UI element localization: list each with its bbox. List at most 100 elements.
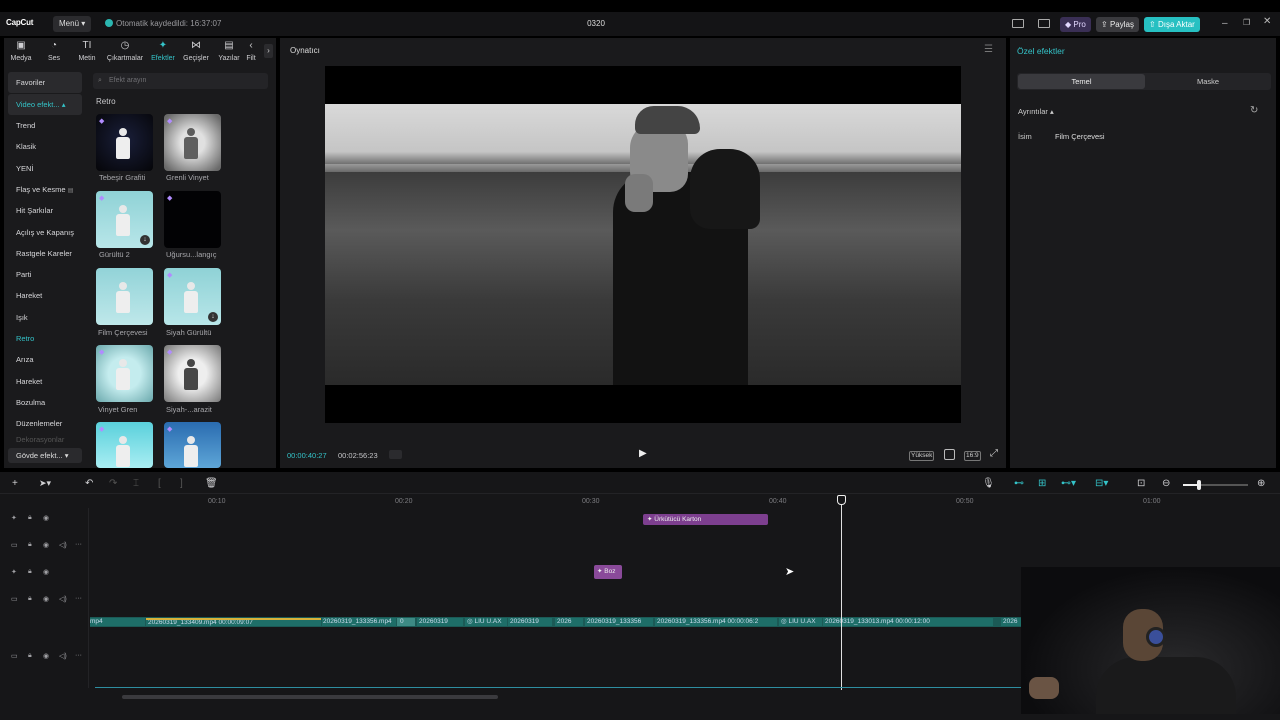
effect-thumb-tebesir[interactable]: ◆ xyxy=(96,114,153,171)
mute-icon[interactable]: ◁) xyxy=(59,652,67,660)
category-item[interactable]: Işık xyxy=(8,307,82,328)
video-clip[interactable]: 20260319 xyxy=(508,618,552,626)
category-item[interactable]: Parti xyxy=(8,264,82,285)
video-clip[interactable]: mp4 xyxy=(90,618,145,626)
layout-icon[interactable] xyxy=(1012,19,1024,28)
video-clip[interactable]: 20260319_133356 xyxy=(585,618,653,626)
share-button[interactable]: ⇪ Paylaş xyxy=(1096,17,1139,32)
main-menu-button[interactable]: Menü ▾ xyxy=(53,16,92,32)
player-menu-icon[interactable]: ☰ xyxy=(984,44,993,55)
category-item[interactable]: Hit Şarkılar xyxy=(8,200,82,221)
download-icon[interactable]: ↓ xyxy=(208,312,218,322)
effect-search-input[interactable]: ⌕ Efekt arayın xyxy=(93,73,268,89)
tab-captions[interactable]: ▤ Yazılar xyxy=(212,40,246,62)
category-item[interactable]: Bozulma xyxy=(8,392,82,413)
category-item[interactable]: Hareket xyxy=(8,371,82,392)
tab-audio[interactable]: ◔ Ses xyxy=(37,40,71,62)
video-clip[interactable]: 2026 xyxy=(1001,618,1021,626)
tab-effects[interactable]: ✦ Efektler xyxy=(146,40,180,62)
category-item-active[interactable]: Retro xyxy=(8,328,82,349)
video-clip[interactable]: ◎ LIU U.AX xyxy=(465,618,507,626)
play-button[interactable]: ▶ xyxy=(639,448,647,459)
category-item[interactable]: Açılış ve Kapanış xyxy=(8,222,82,243)
visibility-icon[interactable]: ◉ xyxy=(43,541,49,549)
category-item[interactable]: Düzenlemeler xyxy=(8,413,82,434)
category-item[interactable]: Dekorasyonlar xyxy=(8,435,82,445)
category-item[interactable]: Arıza xyxy=(8,349,82,370)
video-clip[interactable]: 20260319_133013.mp4 00:00:12:00 xyxy=(823,618,993,626)
category-item[interactable]: Trend xyxy=(8,115,82,136)
lock-icon[interactable]: 🔒︎ xyxy=(28,568,32,576)
lock-icon[interactable]: 🔒︎ xyxy=(28,595,32,603)
link-icon[interactable]: ⊞ xyxy=(1038,478,1046,489)
export-button[interactable]: ⇧ Dışa Aktar xyxy=(1144,17,1200,32)
maximize-icon[interactable]: ❐ xyxy=(1243,18,1250,27)
effect-thumb-vinyet-gren[interactable]: ◆ xyxy=(96,345,153,402)
quality-selector[interactable]: Yüksek xyxy=(909,451,935,461)
category-body-effects[interactable]: Gövde efekt... ▾ xyxy=(8,448,82,463)
minimize-icon[interactable]: – xyxy=(1222,18,1228,29)
effect-thumb-grenli[interactable]: ◆ xyxy=(164,114,221,171)
tabs-scroll-right-icon[interactable]: › xyxy=(264,44,273,58)
category-favorites[interactable]: Favoriler xyxy=(8,72,82,94)
timecode-icon[interactable] xyxy=(389,450,402,459)
tab-media[interactable]: ▣ Medya xyxy=(4,40,38,62)
video-clip[interactable]: 2026 xyxy=(555,618,583,626)
tab-text[interactable]: TI Metin xyxy=(70,40,104,62)
effect-thumb-film-cercevesi[interactable] xyxy=(96,268,153,325)
video-clip[interactable]: 20260319_133409.mp4 00:00:09:07 xyxy=(146,618,321,626)
lock-icon[interactable]: 🔒︎ xyxy=(28,541,32,549)
magnet-snap-icon[interactable]: ⊷ xyxy=(1014,478,1024,489)
zoom-slider[interactable] xyxy=(1183,480,1248,490)
undo-icon[interactable]: ↶ xyxy=(85,478,93,489)
category-item[interactable]: Klasik xyxy=(8,136,82,157)
zoom-out-icon[interactable]: ⊖ xyxy=(1162,478,1170,489)
preview-axis-icon[interactable]: ⊷▾ xyxy=(1061,478,1076,489)
details-section[interactable]: Ayrıntılar ▴ xyxy=(1018,107,1054,116)
category-video-effects[interactable]: Video efekt... ▴ xyxy=(8,93,82,116)
split-icon[interactable]: ⌶ xyxy=(133,478,139,489)
category-item[interactable]: YENİ xyxy=(8,158,82,179)
playhead-handle[interactable] xyxy=(837,495,846,505)
shortcuts-icon[interactable] xyxy=(1038,19,1050,28)
video-clip[interactable]: 20260319 xyxy=(417,618,463,626)
video-clip[interactable]: 20260319_133356.mp4 xyxy=(322,618,396,626)
horizontal-scrollbar[interactable] xyxy=(122,695,498,699)
pro-button[interactable]: ◆ Pro xyxy=(1060,17,1091,32)
split-right-icon[interactable]: ] xyxy=(180,478,183,489)
visibility-icon[interactable]: ◉ xyxy=(43,595,49,603)
split-left-icon[interactable]: [ xyxy=(158,478,161,489)
effect-thumb-gurultu[interactable]: ◆ ↓ xyxy=(96,191,153,248)
category-item[interactable]: Rastgele Kareler xyxy=(8,243,82,264)
download-icon[interactable]: ↓ xyxy=(140,235,150,245)
effect-thumb-siyah-gurultu[interactable]: ◆ ↓ xyxy=(164,268,221,325)
effect-clip[interactable]: ✦ Boz xyxy=(594,565,622,579)
lock-icon[interactable]: 🔒︎ xyxy=(28,652,32,660)
select-tool-icon[interactable]: ➤▾ xyxy=(39,478,51,489)
video-clip[interactable]: 0 xyxy=(397,618,415,626)
redo-icon[interactable]: ↷ xyxy=(109,478,117,489)
effect-thumb-siyah-parazit[interactable]: ◆ xyxy=(164,345,221,402)
effect-thumb[interactable]: ◆ xyxy=(164,422,221,468)
mute-icon[interactable]: ◁) xyxy=(59,595,67,603)
category-item[interactable]: Flaş ve Kesme ▤ xyxy=(8,179,82,200)
add-icon[interactable]: + xyxy=(12,478,18,489)
visibility-icon[interactable]: ◉ xyxy=(43,568,49,576)
more-icon[interactable]: ··· xyxy=(75,652,82,659)
fit-timeline-icon[interactable]: ⊡ xyxy=(1137,478,1145,489)
playhead-line[interactable] xyxy=(841,500,842,690)
effect-thumb[interactable]: ◆ xyxy=(96,422,153,468)
tab-mask[interactable]: Maske xyxy=(1146,74,1270,89)
video-clip[interactable]: 20260319_133356.mp4 00:00:06:2 xyxy=(655,618,777,626)
video-clip[interactable]: ◎ LIU U.AX xyxy=(779,618,822,626)
tab-stickers[interactable]: ◷ Çıkartmalar xyxy=(106,40,144,62)
tab-transitions[interactable]: ⋈ Geçişler xyxy=(179,40,213,62)
align-icon[interactable]: ⊟▾ xyxy=(1095,478,1108,489)
delete-icon[interactable]: 🗑 xyxy=(205,478,218,489)
effect-clip[interactable]: ✦ Ürkütücü Karton xyxy=(643,514,768,525)
ruler[interactable] xyxy=(90,496,1280,508)
visibility-icon[interactable]: ◉ xyxy=(43,652,49,660)
category-item[interactable]: Hareket xyxy=(8,285,82,306)
snapshot-icon[interactable] xyxy=(944,449,955,460)
visibility-icon[interactable]: ◉ xyxy=(43,514,49,522)
